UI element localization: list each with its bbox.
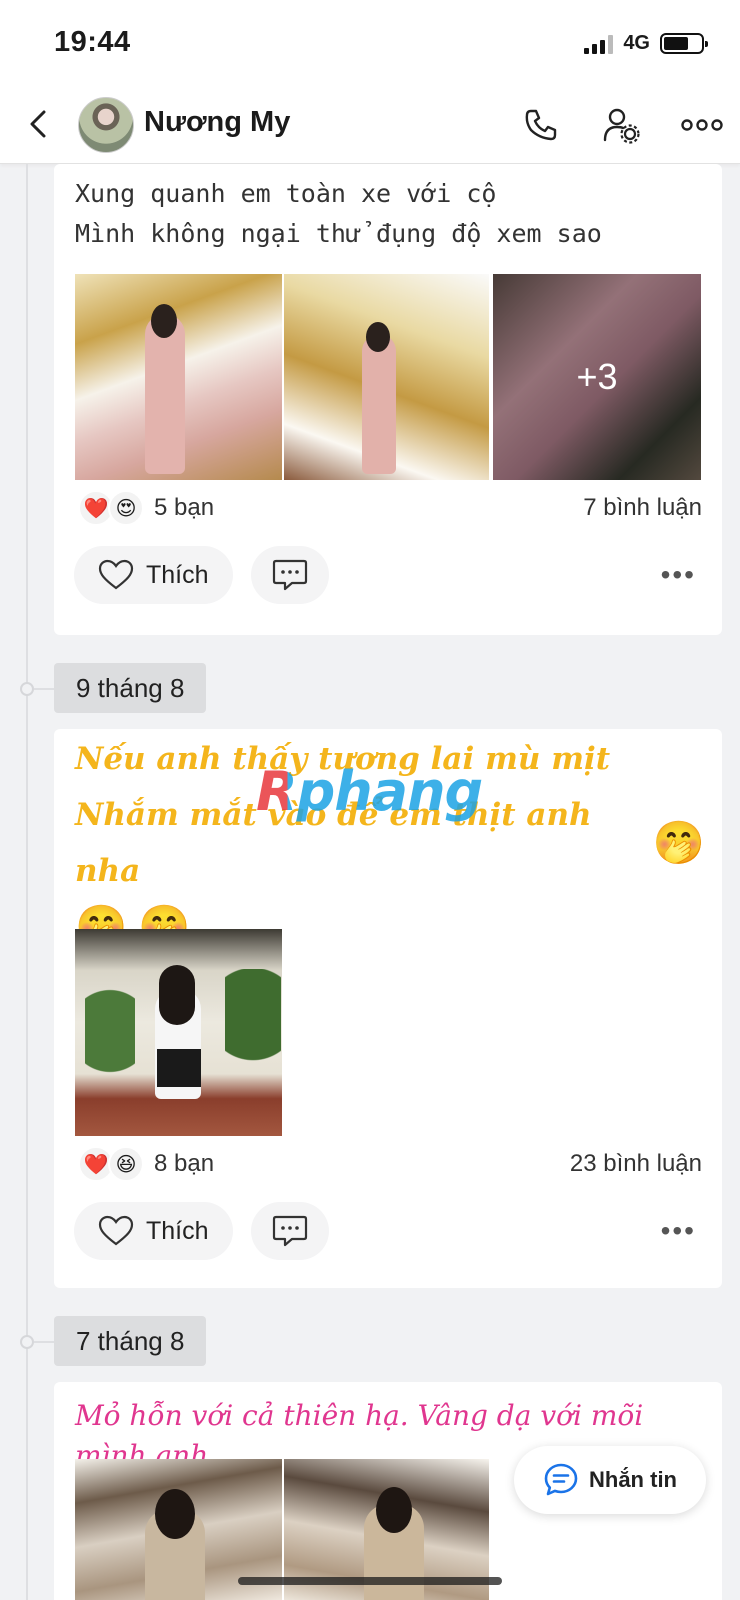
- avatar[interactable]: [78, 97, 134, 153]
- thinking-emoji: 🤭: [652, 818, 705, 867]
- post-actions: Thích •••: [74, 546, 702, 604]
- post-actions: Thích •••: [74, 1202, 702, 1260]
- like-label: Thích: [146, 560, 209, 589]
- post-photo[interactable]: [75, 929, 282, 1136]
- reaction-count[interactable]: 8 bạn: [154, 1150, 214, 1178]
- post-text: Xung quanh em toàn xe với cộ Mình không …: [75, 174, 602, 254]
- user-settings-icon[interactable]: [602, 106, 640, 144]
- heart-eyes-reaction-icon: 😍: [108, 490, 144, 526]
- send-message-button[interactable]: Nhắn tin: [514, 1446, 706, 1514]
- comment-count[interactable]: 23 bình luận: [570, 1150, 702, 1178]
- post-more-icon[interactable]: •••: [661, 1215, 696, 1247]
- battery-icon: [660, 33, 708, 54]
- send-message-label: Nhắn tin: [589, 1467, 677, 1492]
- post-stats: ❤️ 😆 8 bạn 23 bình luận: [78, 1142, 702, 1186]
- timeline-connector: [34, 688, 54, 690]
- profile-name[interactable]: Nương My: [144, 106, 290, 139]
- like-button[interactable]: Thích: [74, 1202, 233, 1260]
- chat-bubble-icon: [544, 1463, 578, 1496]
- reaction-count[interactable]: 5 bạn: [154, 494, 214, 522]
- post-card[interactable]: Xung quanh em toàn xe với cộ Mình không …: [54, 164, 722, 635]
- heart-outline-icon: [98, 1215, 134, 1246]
- timeline-dot: [20, 682, 34, 696]
- post-more-icon[interactable]: •••: [661, 559, 696, 591]
- comment-icon: [272, 559, 307, 591]
- timeline-dot: [20, 1335, 34, 1349]
- heart-outline-icon: [98, 559, 134, 590]
- back-icon[interactable]: [22, 106, 58, 142]
- post-photo[interactable]: [284, 274, 489, 480]
- home-indicator[interactable]: [238, 1577, 502, 1585]
- comment-icon: [272, 1215, 307, 1247]
- comment-count[interactable]: 7 bình luận: [583, 494, 702, 522]
- like-label: Thích: [146, 1216, 209, 1245]
- post-stats: ❤️ 😍 5 bạn 7 bình luận: [78, 486, 702, 530]
- date-label: 9 tháng 8: [54, 663, 207, 713]
- post-text-line: Xung quanh em toàn xe với cộ: [75, 179, 497, 208]
- post-photo[interactable]: [75, 274, 282, 480]
- comment-button[interactable]: [250, 1202, 329, 1260]
- timeline-line: [26, 164, 28, 1600]
- post-text-line: Mình không ngại thử đụng độ xem sao: [75, 219, 602, 248]
- date-label: 7 tháng 8: [54, 1316, 207, 1366]
- profile-header: Nương My: [0, 86, 740, 164]
- more-photos-count: +3: [493, 274, 701, 480]
- phone-icon[interactable]: [522, 106, 560, 144]
- timeline-connector: [34, 1341, 54, 1343]
- signal-icon: [584, 34, 614, 54]
- network-type: 4G: [623, 32, 650, 54]
- laughing-reaction-icon: 😆: [108, 1146, 144, 1182]
- status-bar: 19:44 4G: [0, 0, 740, 86]
- post-photo[interactable]: +3: [493, 274, 701, 480]
- watermark: Rphang: [256, 760, 483, 823]
- like-button[interactable]: Thích: [74, 546, 233, 604]
- comment-button[interactable]: [250, 546, 329, 604]
- clock: 19:44: [54, 26, 131, 58]
- more-options-icon[interactable]: [680, 106, 724, 144]
